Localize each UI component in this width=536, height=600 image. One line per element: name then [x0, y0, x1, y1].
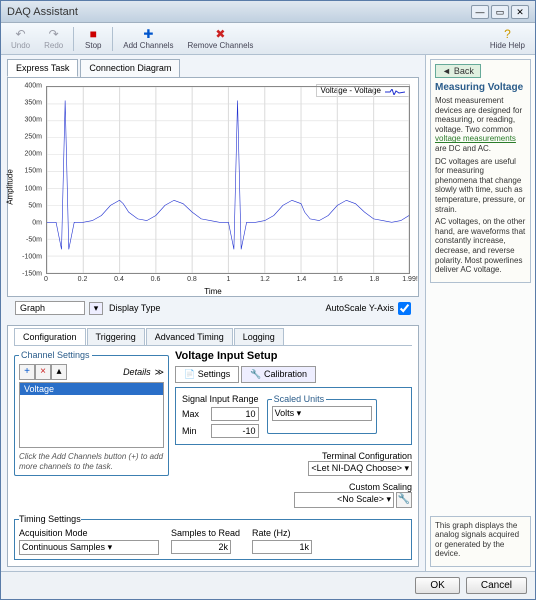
redo-button[interactable]: ↷Redo: [38, 26, 69, 51]
undo-button[interactable]: ↶Undo: [5, 26, 36, 51]
details-link[interactable]: Details: [71, 367, 151, 377]
help-pane: ◄Back Measuring Voltage Most measurement…: [425, 55, 535, 571]
tab-advanced-timing[interactable]: Advanced Timing: [146, 328, 233, 345]
stop-icon: ■: [86, 27, 100, 41]
graph: Voltage - Voltage Amplitude 400m350m300m…: [7, 77, 419, 297]
plot-area[interactable]: [46, 86, 410, 274]
undo-icon: ↶: [14, 27, 28, 41]
titlebar: DAQ Assistant — ▭ ✕: [1, 1, 535, 23]
help-lower-box: This graph displays the analog signals a…: [430, 516, 531, 567]
tab-triggering[interactable]: Triggering: [87, 328, 145, 345]
close-button[interactable]: ✕: [511, 5, 529, 19]
min-input[interactable]: [211, 424, 259, 438]
rate-input[interactable]: [252, 540, 312, 554]
channel-row[interactable]: Voltage: [20, 383, 163, 395]
help-icon: ?: [500, 27, 514, 41]
tab-express-task[interactable]: Express Task: [7, 59, 78, 77]
help-back-button[interactable]: ◄Back: [435, 64, 481, 78]
acquisition-mode-select[interactable]: Continuous Samples ▾: [19, 540, 159, 555]
subtab-calibration[interactable]: 🔧 Calibration: [241, 366, 316, 383]
x-icon: ✖: [213, 27, 227, 41]
display-type-dropdown-icon[interactable]: ▾: [89, 302, 103, 315]
channel-settings-group: Channel Settings + × ▴ Details ≫: [14, 350, 169, 476]
channel-hint: Click the Add Channels button (+) to add…: [19, 452, 164, 471]
ok-button[interactable]: OK: [415, 577, 459, 594]
subtab-settings[interactable]: 📄 Settings: [175, 366, 239, 383]
channel-list[interactable]: Voltage: [19, 382, 164, 448]
remove-channel-button[interactable]: ×: [35, 364, 51, 380]
minimize-button[interactable]: —: [471, 5, 489, 19]
window-title: DAQ Assistant: [7, 6, 78, 18]
autoscale-label: AutoScale Y-Axis: [325, 303, 394, 313]
timing-settings-group: Timing Settings Acquisition Mode Continu…: [14, 514, 412, 560]
signal-range-group: Signal Input Range Max Min Scaled Units …: [175, 387, 412, 445]
tab-configuration[interactable]: Configuration: [14, 328, 86, 345]
help-link[interactable]: voltage measurements: [435, 134, 516, 143]
autoscale-checkbox[interactable]: [398, 302, 411, 315]
channel-up-button[interactable]: ▴: [51, 364, 67, 380]
custom-scaling-wrench-button[interactable]: 🔧: [396, 492, 412, 508]
samples-to-read-input[interactable]: [171, 540, 231, 554]
config-pane: Configuration Triggering Advanced Timing…: [7, 325, 419, 567]
add-channels-button[interactable]: ✚Add Channels: [117, 26, 179, 51]
plus-icon: ✚: [141, 27, 155, 41]
add-channel-button[interactable]: +: [19, 364, 35, 380]
app-window: DAQ Assistant — ▭ ✕ ↶Undo ↷Redo ■Stop ✚A…: [0, 0, 536, 600]
tab-connection-diagram[interactable]: Connection Diagram: [80, 59, 180, 77]
terminal-config-select[interactable]: <Let NI-DAQ Choose> ▾: [308, 461, 412, 476]
redo-icon: ↷: [47, 27, 61, 41]
chevron-right-icon[interactable]: ≫: [155, 367, 164, 378]
scaled-units-select[interactable]: Volts ▾: [272, 406, 372, 421]
tab-logging[interactable]: Logging: [234, 328, 284, 345]
toolbar: ↶Undo ↷Redo ■Stop ✚Add Channels ✖Remove …: [1, 23, 535, 55]
display-type-select[interactable]: Graph: [15, 301, 85, 315]
hide-help-button[interactable]: ?Hide Help: [484, 26, 531, 51]
footer: OK Cancel: [1, 571, 535, 599]
voltage-setup-title: Voltage Input Setup: [175, 350, 412, 362]
help-title: Measuring Voltage: [435, 82, 526, 93]
arrow-left-icon: ◄: [442, 66, 451, 76]
x-axis-label: Time: [204, 287, 221, 296]
custom-scaling-select[interactable]: <No Scale> ▾: [294, 492, 394, 508]
stop-button[interactable]: ■Stop: [78, 26, 108, 51]
maximize-button[interactable]: ▭: [491, 5, 509, 19]
max-input[interactable]: [211, 407, 259, 421]
main-pane: Express Task Connection Diagram Voltage …: [1, 55, 425, 571]
display-type-label: Display Type: [109, 303, 160, 313]
remove-channels-button[interactable]: ✖Remove Channels: [182, 26, 260, 51]
cancel-button[interactable]: Cancel: [466, 577, 527, 594]
